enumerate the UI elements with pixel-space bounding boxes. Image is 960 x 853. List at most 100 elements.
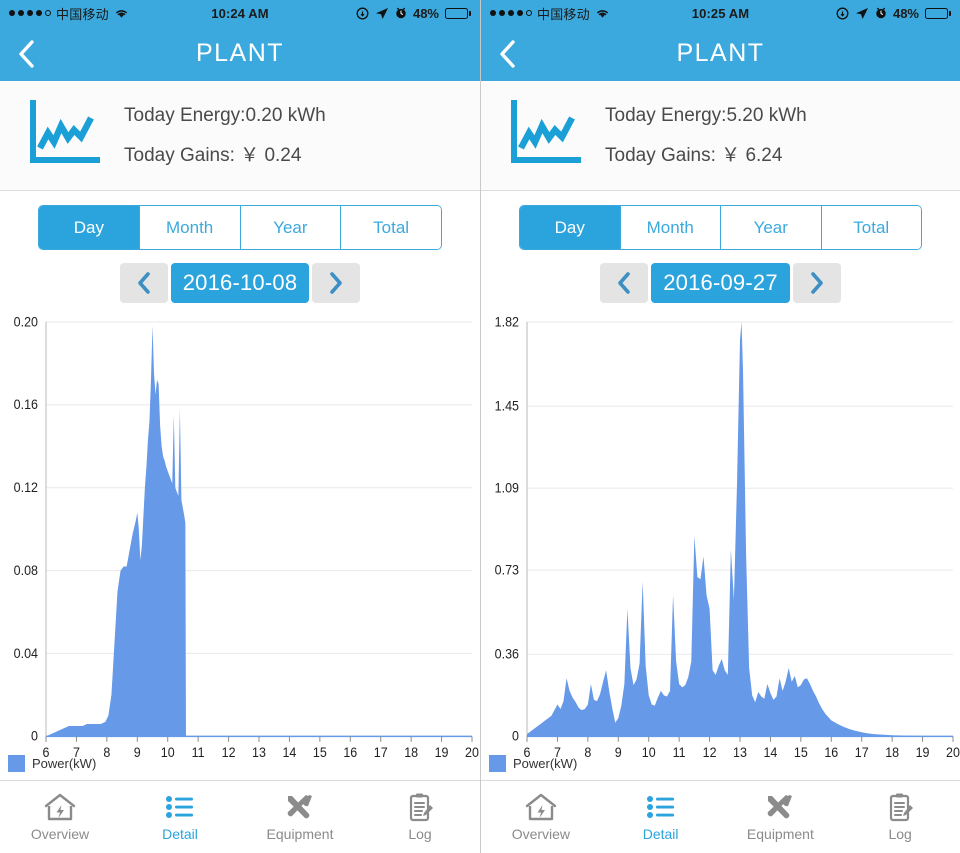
battery-icon [925,7,951,19]
svg-text:14: 14 [763,745,777,761]
tab-label-detail: Detail [162,826,198,842]
svg-text:8: 8 [584,745,591,761]
prev-date-button[interactable] [600,263,649,303]
status-bar: 中国移动 10:25 AM 48% [481,0,960,26]
tab-day[interactable]: Day [520,206,621,249]
status-bar: 中国移动 10:24 AM 48% [0,0,480,26]
range-selector: Day Month Year Total [481,191,960,250]
energy-summary-card: Today Energy:0.20 kWh Today Gains: ￥ 0.2… [0,81,480,191]
status-bar-right: 48% [356,6,480,21]
svg-text:0.16: 0.16 [14,397,38,413]
alarm-clock-icon [396,7,406,19]
list-icon [646,796,674,818]
today-energy-label: Today Energy:5.20 kWh [605,104,807,126]
selected-date-label[interactable]: 2016-10-08 [170,263,310,303]
tab-overview[interactable]: Overview [481,781,601,853]
svg-text:0.12: 0.12 [14,480,38,496]
svg-text:0.73: 0.73 [495,562,519,578]
svg-text:15: 15 [794,745,808,761]
tab-total[interactable]: Total [821,206,921,249]
summary-text: Today Energy:0.20 kWh Today Gains: ￥ 0.2… [124,105,326,167]
next-date-button[interactable] [312,263,361,303]
rotation-lock-icon [356,7,369,19]
clipboard-pencil-icon [890,793,914,822]
svg-text:0.08: 0.08 [14,562,38,578]
chart-legend: Power(kW) [489,755,577,772]
chevron-left-icon [137,272,150,294]
house-bolt-icon [44,793,76,821]
tab-log[interactable]: Log [360,781,480,853]
line-chart-icon [509,100,582,171]
tab-equipment[interactable]: Equipment [721,781,841,853]
svg-text:18: 18 [404,745,418,761]
legend-swatch-power [8,755,25,772]
svg-text:17: 17 [855,745,869,761]
svg-text:12: 12 [222,745,236,761]
battery-percent-label: 48% [412,5,439,21]
list-icon [166,796,193,818]
location-arrow-icon [855,7,868,19]
alarm-clock-icon [876,7,886,19]
location-arrow-icon [375,7,388,19]
today-gains-label: Today Gains: ￥ 6.24 [605,144,783,166]
energy-summary-card: Today Energy:5.20 kWh Today Gains: ￥ 6.2… [481,81,960,191]
svg-text:0.36: 0.36 [495,646,519,662]
date-navigator: 2016-10-08 [0,263,480,303]
tab-year[interactable]: Year [240,206,342,249]
tab-detail[interactable]: Detail [601,781,721,853]
svg-text:18: 18 [885,745,899,761]
date-navigator: 2016-09-27 [481,263,960,303]
legend-label-power: Power(kW) [513,756,578,771]
clipboard-pencil-icon [409,793,433,822]
svg-text:16: 16 [824,745,838,761]
chevron-right-icon [330,272,343,294]
tab-log[interactable]: Log [840,781,960,853]
next-date-button[interactable] [792,263,841,303]
tab-label-log: Log [888,826,912,842]
nav-bar: PLANT [0,26,480,81]
svg-text:1.09: 1.09 [495,480,519,496]
tab-equipment[interactable]: Equipment [240,781,360,853]
svg-text:15: 15 [313,745,327,761]
tools-icon [768,795,793,819]
tab-day[interactable]: Day [39,206,140,249]
bottom-tab-bar: Overview Detail Equipment Log [481,780,960,853]
status-bar-right: 48% [836,6,960,21]
tab-detail[interactable]: Detail [120,781,240,853]
nav-bar: PLANT [481,26,960,81]
power-chart-right[interactable]: 0 0.36 0.73 1.09 1.45 1.82 6 7 8 9 10 11 12 13 14 15 16 1… [481,311,960,780]
tab-year[interactable]: Year [721,206,822,249]
svg-text:12: 12 [703,745,717,761]
svg-text:13: 13 [252,745,266,761]
chevron-left-icon [618,272,631,294]
svg-text:13: 13 [733,745,747,761]
svg-text:20: 20 [946,745,960,761]
svg-text:0: 0 [31,728,38,744]
svg-text:19: 19 [916,745,930,761]
tab-label-log: Log [408,826,432,842]
battery-percent-label: 48% [892,5,919,21]
tools-icon [287,795,312,819]
selected-date-label[interactable]: 2016-09-27 [651,263,790,303]
svg-text:14: 14 [282,745,296,761]
svg-text:20: 20 [465,745,479,761]
svg-text:9: 9 [615,745,622,761]
today-energy-label: Today Energy:0.20 kWh [124,104,326,126]
page-title: PLANT [195,39,285,67]
svg-text:1.82: 1.82 [495,314,519,330]
svg-text:10: 10 [642,745,656,761]
tab-label-equipment: Equipment [746,826,814,842]
segmented-control: Day Month Year Total [38,205,442,250]
power-chart-left[interactable]: 0 0.04 0.08 0.12 0.16 0.20 6 7 8 9 10 11 12 13 14 15 16 1… [0,311,480,780]
tab-overview[interactable]: Overview [0,781,120,853]
line-chart-icon [28,100,101,171]
tab-total[interactable]: Total [341,206,441,249]
svg-text:11: 11 [192,745,205,761]
tab-month[interactable]: Month [139,206,241,249]
prev-date-button[interactable] [119,263,168,303]
tab-month[interactable]: Month [620,206,721,249]
svg-text:0: 0 [512,728,519,744]
svg-text:19: 19 [435,745,449,761]
svg-text:10: 10 [161,745,175,761]
today-gains-label: Today Gains: ￥ 0.24 [124,144,302,166]
